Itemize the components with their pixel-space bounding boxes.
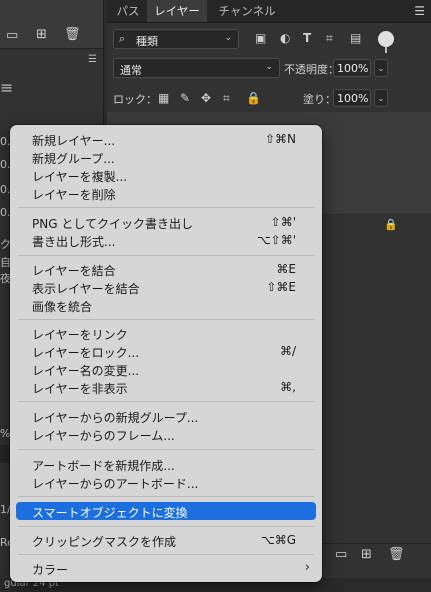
opacity-dropdown[interactable]: ⌄ xyxy=(374,59,388,77)
menu-separator xyxy=(18,401,314,402)
blend-mode-select[interactable]: 通常 ⌄ xyxy=(113,58,280,78)
left-value: 0. xyxy=(0,206,11,219)
left-swatch xyxy=(0,445,10,463)
chevron-down-icon: ⌄ xyxy=(265,62,273,72)
lock-brush-icon[interactable]: ✎ xyxy=(180,91,190,105)
menu-item-new-layer[interactable]: 新規レイヤー... ⇧⌘N xyxy=(10,130,322,148)
layer-kind-value: 種類 xyxy=(136,35,158,48)
lock-all-icon[interactable]: 🔒 xyxy=(246,91,261,105)
image-filter-icon[interactable]: ▣ xyxy=(255,31,266,45)
menu-item-artboard-from-layers[interactable]: レイヤーからのアートボード... xyxy=(10,473,322,491)
new-layer-icon[interactable]: ⊞ xyxy=(361,547,372,562)
lock-label: ロック： xyxy=(113,93,157,106)
left-panel-toolbar: ▭ ⊞ 🗑 xyxy=(0,24,103,49)
menu-item-create-clipping-mask[interactable]: クリッピングマスクを作成 ⌥⌘G xyxy=(10,531,322,549)
menu-item-new-artboard[interactable]: アートボードを新規作成... xyxy=(10,455,322,473)
menu-item-flatten-image[interactable]: 画像を統合 xyxy=(10,296,322,314)
menu-item-rename-layer[interactable]: レイヤー名の変更... xyxy=(10,360,322,378)
menu-item-frame-from-layers[interactable]: レイヤーからのフレーム... xyxy=(10,425,322,443)
blend-mode-value: 通常 xyxy=(120,64,142,77)
menu-separator xyxy=(18,449,314,450)
fill-value: 100% xyxy=(337,92,369,105)
left-panel-header xyxy=(0,0,103,25)
smart-object-filter-icon[interactable]: ▤ xyxy=(350,31,361,45)
menu-item-new-group[interactable]: 新規グループ... xyxy=(10,148,322,166)
delete-layer-icon[interactable]: 🗑 xyxy=(388,547,405,562)
lock-transparent-icon[interactable]: ▦ xyxy=(158,91,169,105)
menu-item-quick-export-png[interactable]: PNG としてクイック書き出し ⇧⌘' xyxy=(10,213,322,231)
menu-item-convert-to-smart-object[interactable]: スマートオブジェクトに変換 xyxy=(10,502,322,520)
menu-separator xyxy=(18,554,314,555)
opacity-label: 不透明度： xyxy=(284,63,339,76)
menu-item-export-as[interactable]: 書き出し形式... ⌥⇧⌘' xyxy=(10,231,322,249)
trash-icon[interactable]: 🗑 xyxy=(64,27,81,42)
layer-lock-icon: 🔒 xyxy=(384,218,398,231)
tab-paths[interactable]: パス xyxy=(111,0,145,22)
menu-item-link-layers[interactable]: レイヤーをリンク xyxy=(10,324,322,342)
fill-label: 塗り： xyxy=(303,93,336,106)
menu-item-group-from-layers[interactable]: レイヤーからの新規グループ... xyxy=(10,407,322,425)
search-icon: ⌕ xyxy=(119,32,126,45)
context-menu: 新規レイヤー... ⇧⌘N 新規グループ... レイヤーを複製... レイヤーを… xyxy=(10,125,322,582)
layer-kind-filter[interactable]: ⌕ 種類 ⌄ xyxy=(113,29,239,49)
panel-tabs: パス レイヤー チャンネル ☰ xyxy=(107,0,431,23)
menu-item-color[interactable]: カラー › xyxy=(10,559,322,577)
tab-channels[interactable]: チャンネル xyxy=(211,0,283,22)
chevron-down-icon: ⌄ xyxy=(224,33,232,43)
menu-item-merge-layers[interactable]: レイヤーを結合 ⌘E xyxy=(10,260,322,278)
menu-separator xyxy=(18,255,314,256)
left-value: 0. xyxy=(0,183,11,196)
shape-filter-icon[interactable]: ⌗ xyxy=(326,31,333,46)
lock-position-icon[interactable]: ✥ xyxy=(201,91,211,105)
left-value: 0. xyxy=(0,135,11,148)
menu-item-hide-layers[interactable]: レイヤーを非表示 ⌘, xyxy=(10,378,322,396)
filter-toggle-stem xyxy=(385,47,387,53)
menu-separator xyxy=(18,496,314,497)
new-group-icon[interactable]: ▭ xyxy=(335,547,347,562)
menu-item-duplicate-layer[interactable]: レイヤーを複製... xyxy=(10,166,322,184)
tab-layers[interactable]: レイヤー xyxy=(147,0,207,22)
menu-separator xyxy=(18,319,314,320)
opacity-input[interactable]: 100% xyxy=(333,59,371,77)
menu-separator xyxy=(18,526,314,527)
left-value: 0. xyxy=(0,158,11,171)
left-value: % xyxy=(0,427,11,440)
panel-menu-icon[interactable]: ☰ xyxy=(414,4,425,18)
lock-artboard-icon[interactable]: ⌗ xyxy=(223,91,230,106)
fill-dropdown[interactable]: ⌄ xyxy=(374,89,388,107)
chevron-right-icon: › xyxy=(304,560,310,575)
filter-toggle[interactable] xyxy=(378,31,394,47)
menu-item-lock-layers[interactable]: レイヤーをロック... ⌘/ xyxy=(10,342,322,360)
menu-item-merge-visible[interactable]: 表示レイヤーを結合 ⇧⌘E xyxy=(10,278,322,296)
folder-icon[interactable]: ▭ xyxy=(6,28,18,43)
adjustment-filter-icon[interactable]: ◐ xyxy=(280,31,290,45)
type-filter-icon[interactable]: T xyxy=(303,31,311,45)
opacity-value: 100% xyxy=(337,62,369,75)
align-icon: ≡ xyxy=(0,78,14,97)
menu-item-delete-layer[interactable]: レイヤーを削除 xyxy=(10,184,322,202)
left-panel-menu-icon[interactable]: ☰ xyxy=(88,54,97,65)
add-icon[interactable]: ⊞ xyxy=(36,27,47,42)
fill-input[interactable]: 100% xyxy=(333,89,371,107)
menu-separator xyxy=(18,207,314,208)
